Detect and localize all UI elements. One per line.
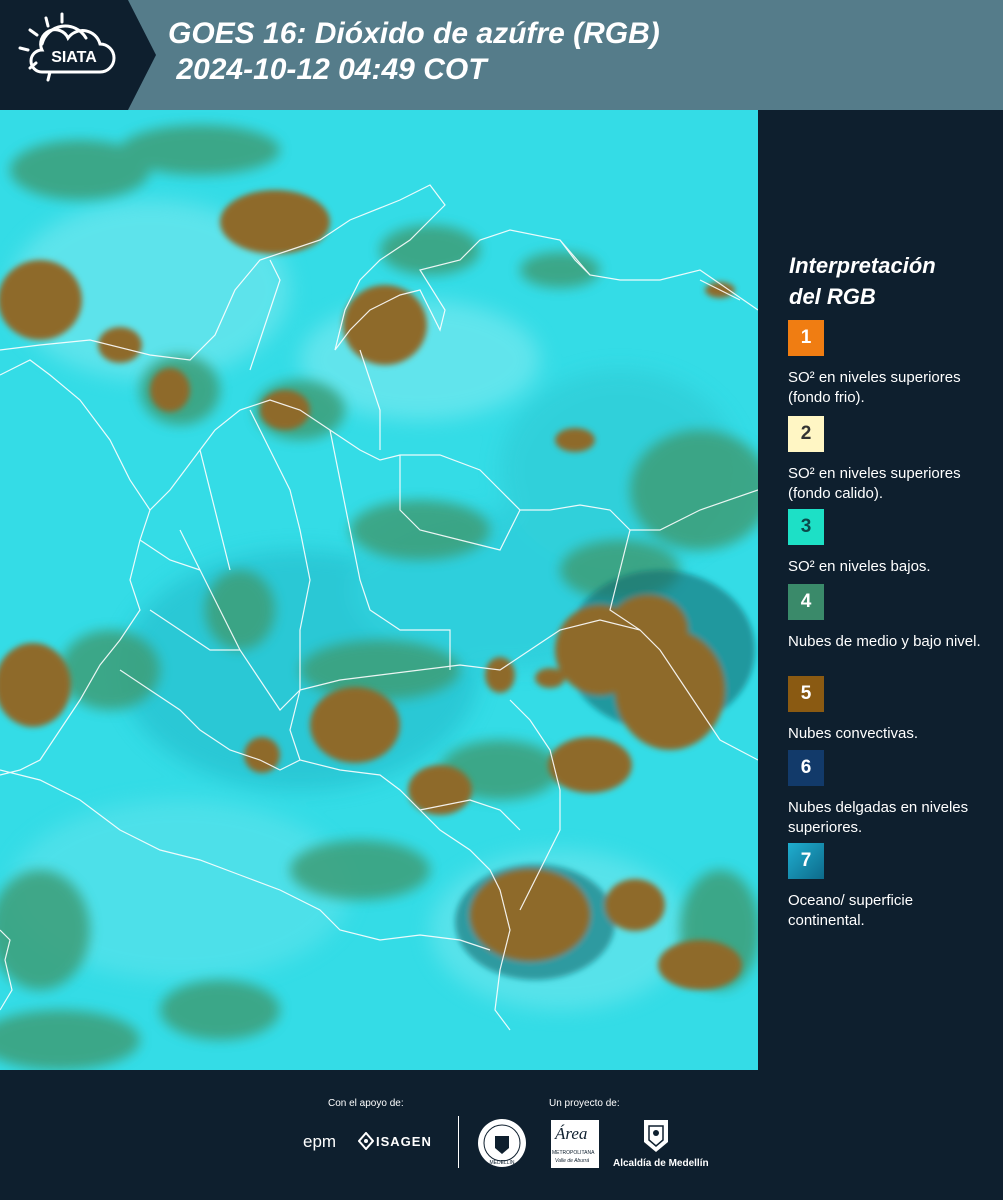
legend-swatch-2: 2: [788, 416, 824, 452]
valle-text: Valle de Aburrá: [555, 1158, 590, 1164]
legend-item-7: 7 Oceano/ superficie continental.: [788, 843, 993, 931]
legend-swatch-3: 3: [788, 509, 824, 545]
legend-swatch-1: 1: [788, 320, 824, 356]
legend-label-1: SO² en niveles superiores (fondo frio).: [788, 369, 961, 406]
legend-panel: Interpretación del RGB 1 SO² en niveles …: [760, 110, 1003, 1070]
legend-title: Interpretación del RGB: [789, 250, 989, 312]
page: SIATA GOES 16: Dióxido de azúfre (RGB) 2…: [0, 0, 1003, 1200]
legend-title-line-2: del RGB: [789, 284, 876, 309]
title-line-2: 2024-10-12 04:49 COT: [168, 53, 487, 86]
header-bar: SIATA GOES 16: Dióxido de azúfre (RGB) 2…: [0, 0, 1003, 110]
alcaldia-text: Alcaldía de Medellín: [613, 1158, 709, 1169]
legend-swatch-6: 6: [788, 750, 824, 786]
isagen-icon: [358, 1132, 374, 1150]
siata-logo: SIATA: [0, 0, 156, 110]
legend-item-1: 1 SO² en niveles superiores (fondo frio)…: [788, 320, 993, 408]
alcaldia-shield-icon: [644, 1120, 668, 1152]
legend-item-4: 4 Nubes de medio y bajo nivel.: [788, 584, 993, 672]
epm-logo: epm: [303, 1132, 337, 1151]
satellite-image: [0, 110, 758, 1070]
isagen-logo: ISAGEN: [376, 1134, 432, 1149]
legend-swatch-5: 5: [788, 676, 824, 712]
legend-label-7: Oceano/ superficie continental.: [788, 892, 914, 929]
metropolitana-text: METROPOLITANA: [552, 1150, 595, 1156]
legend-label-6: Nubes delgadas en niveles superiores.: [788, 799, 969, 836]
legend-title-line-1: Interpretación: [789, 253, 936, 278]
logo-text: SIATA: [51, 49, 97, 66]
footer: Con el apoyo de: Un proyecto de: epm ISA…: [0, 1070, 1003, 1200]
title-line-1: GOES 16: Dióxido de azúfre (RGB): [168, 17, 660, 50]
area-logo-text: Área: [555, 1124, 588, 1143]
page-title: GOES 16: Dióxido de azúfre (RGB) 2024-10…: [168, 16, 660, 88]
legend-swatch-7: 7: [788, 843, 824, 879]
medellin-seal: MEDELLÍN: [478, 1119, 526, 1167]
medellin-seal-text: MEDELLÍN: [489, 1159, 514, 1166]
legend-label-4: Nubes de medio y bajo nivel.: [788, 633, 981, 650]
project-label: Un proyecto de:: [549, 1098, 620, 1109]
legend-swatch-4: 4: [788, 584, 824, 620]
footer-divider: [458, 1116, 459, 1168]
legend-item-2: 2 SO² en niveles superiores (fondo calid…: [788, 416, 993, 504]
area-metropolitana-logo: Área METROPOLITANA Valle de Aburrá: [551, 1120, 599, 1168]
satellite-map: [0, 110, 758, 1070]
support-label: Con el apoyo de:: [328, 1098, 404, 1109]
legend-label-2: SO² en niveles superiores (fondo calido)…: [788, 465, 961, 502]
legend-item-6: 6 Nubes delgadas en niveles superiores.: [788, 750, 993, 838]
